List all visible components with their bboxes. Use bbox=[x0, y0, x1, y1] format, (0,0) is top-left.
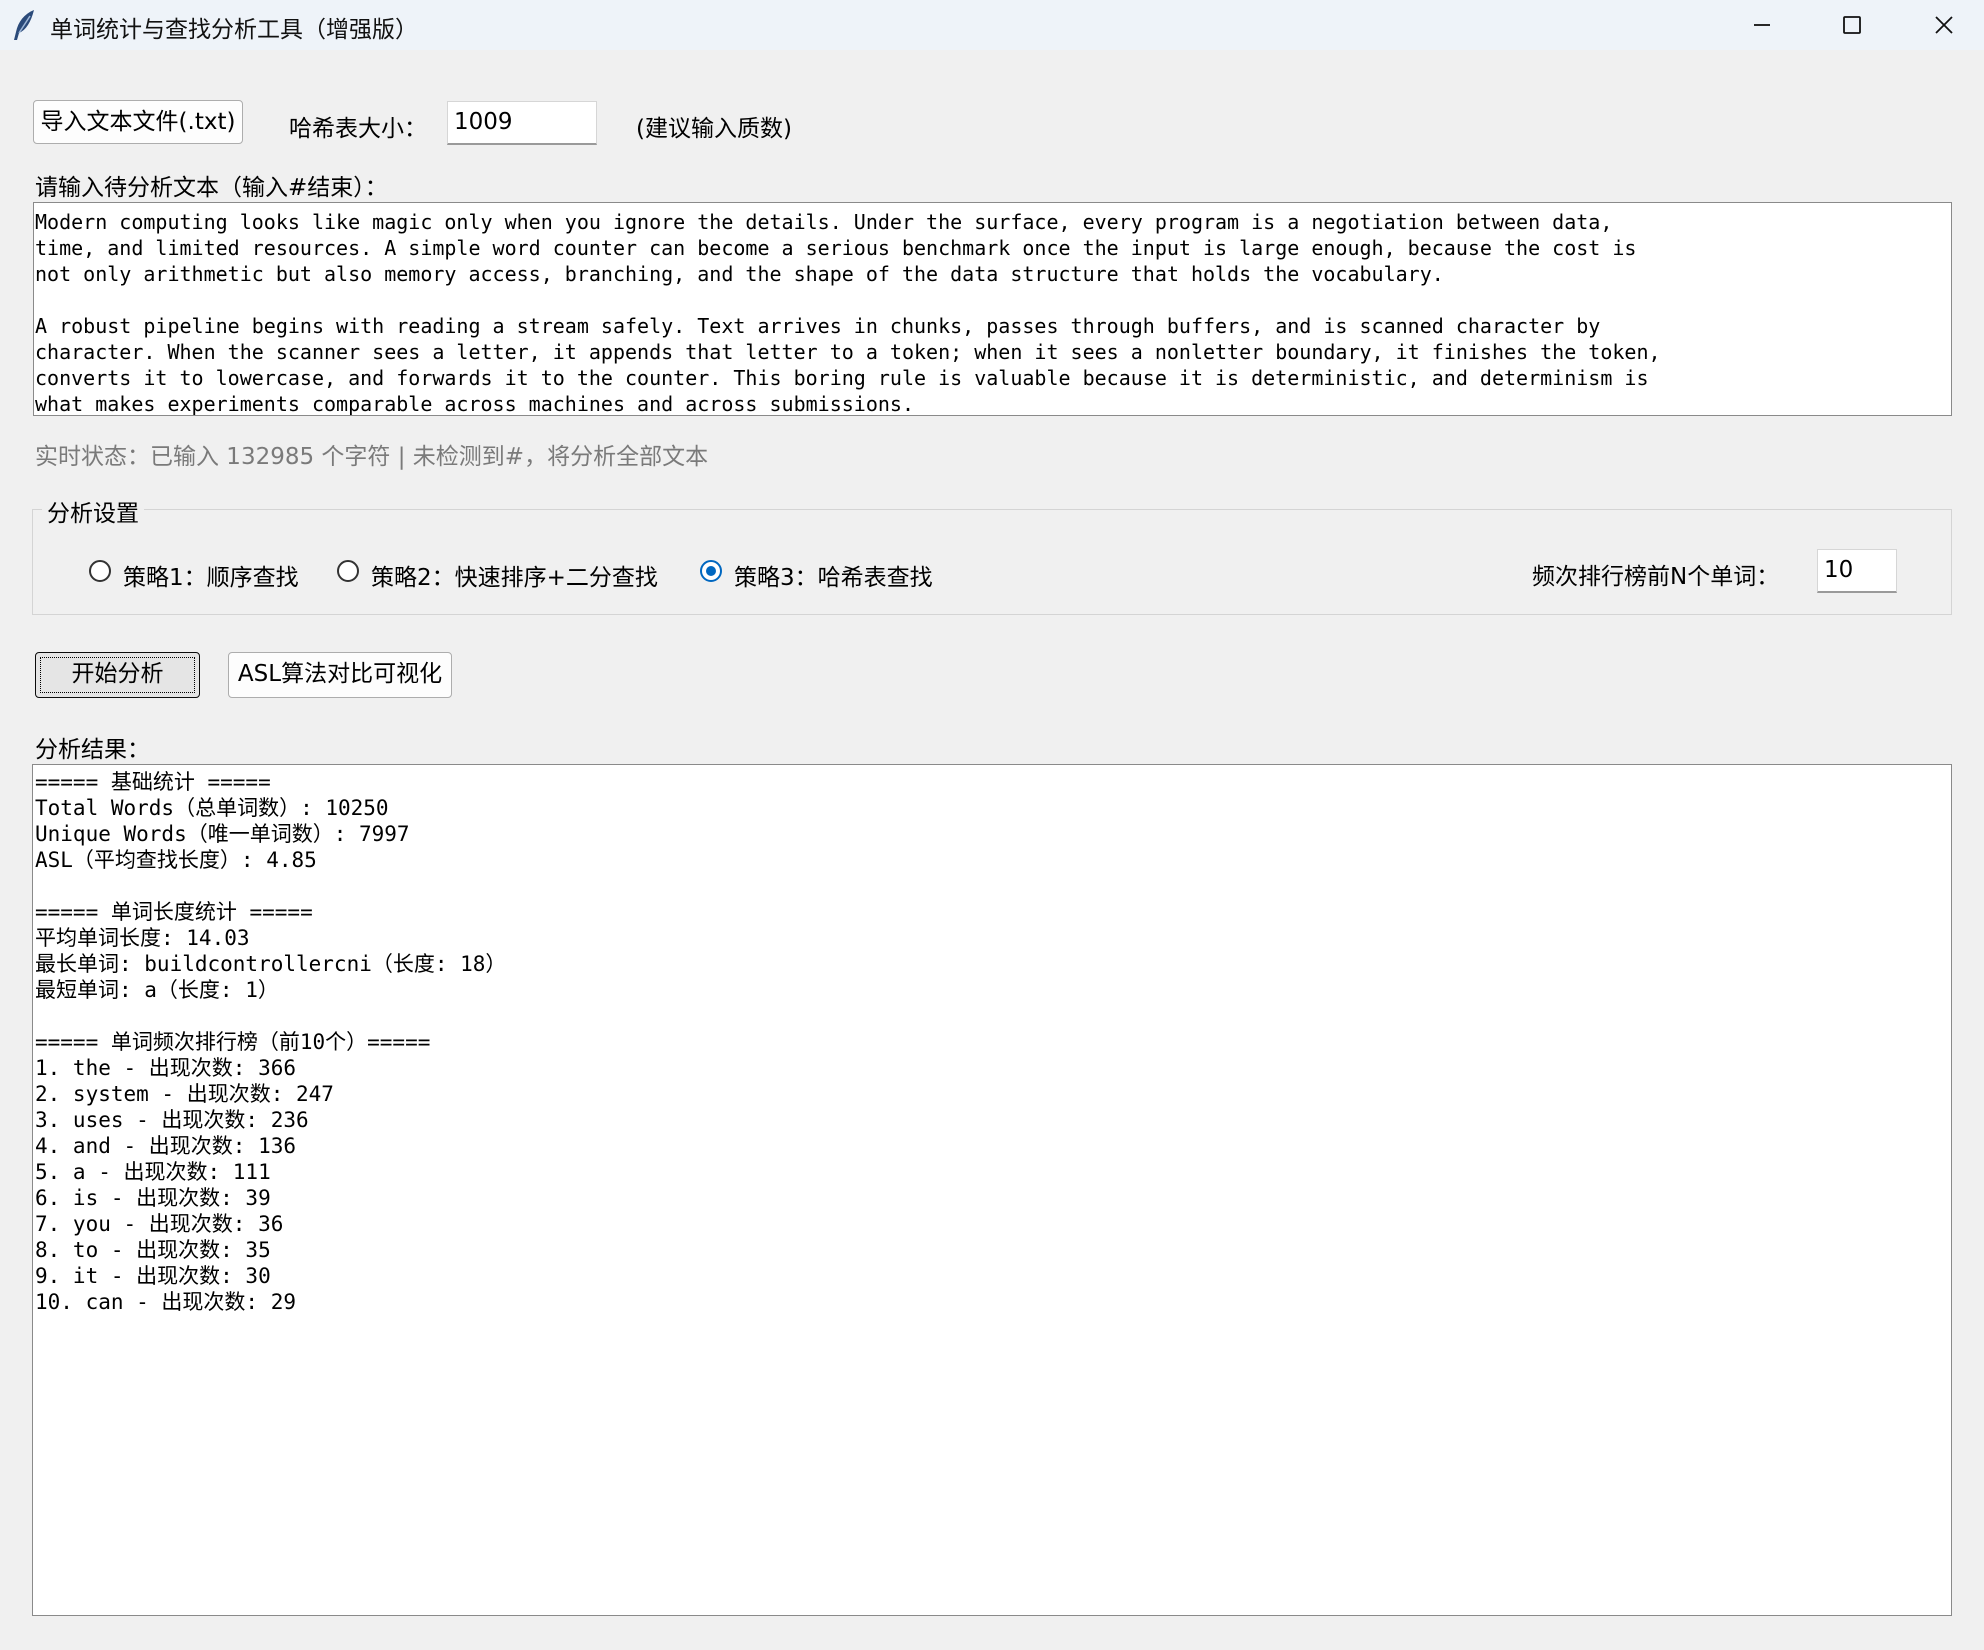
close-icon bbox=[1935, 16, 1953, 34]
strategy-2-label: 策略2：快速排序+二分查找 bbox=[371, 565, 658, 591]
topn-input[interactable]: 10 bbox=[1817, 549, 1897, 593]
radio-off-icon bbox=[337, 560, 359, 582]
import-file-button[interactable]: 导入文本文件(.txt) bbox=[33, 100, 243, 144]
strategy-1-label: 策略1：顺序查找 bbox=[123, 565, 299, 591]
radio-on-icon bbox=[700, 560, 722, 582]
results-label: 分析结果： bbox=[35, 737, 150, 763]
hash-size-input[interactable]: 1009 bbox=[447, 101, 597, 145]
input-text-content: Modern computing looks like magic only w… bbox=[35, 210, 1661, 416]
title-bar: 单词统计与查找分析工具（增强版） bbox=[0, 0, 1984, 50]
hash-size-hint: (建议输入质数) bbox=[636, 116, 792, 142]
minimize-icon bbox=[1754, 24, 1770, 26]
feather-icon bbox=[14, 10, 34, 40]
maximize-icon bbox=[1843, 16, 1861, 34]
results-text-content: ===== 基础统计 ===== Total Words（总单词数）: 1025… bbox=[35, 770, 507, 1314]
analysis-settings-title: 分析设置 bbox=[42, 494, 144, 528]
input-textarea[interactable]: Modern computing looks like magic only w… bbox=[33, 202, 1952, 416]
strategy-3-label: 策略3：哈希表查找 bbox=[734, 565, 933, 591]
asl-visualize-button[interactable]: ASL算法对比可视化 bbox=[228, 652, 452, 698]
window-title: 单词统计与查找分析工具（增强版） bbox=[50, 17, 418, 43]
input-text-label: 请输入待分析文本（输入#结束）： bbox=[35, 175, 388, 201]
hash-size-label: 哈希表大小： bbox=[289, 116, 427, 142]
radio-off-icon bbox=[89, 560, 111, 582]
maximize-button[interactable] bbox=[1806, 0, 1898, 50]
minimize-button[interactable] bbox=[1716, 0, 1808, 50]
results-textarea[interactable]: ===== 基础统计 ===== Total Words（总单词数）: 1025… bbox=[32, 764, 1952, 1616]
status-text: 实时状态：已输入 132985 个字符 | 未检测到#，将分析全部文本 bbox=[35, 444, 709, 470]
topn-label: 频次排行榜前N个单词： bbox=[1532, 564, 1780, 590]
close-button[interactable] bbox=[1898, 0, 1984, 50]
start-analysis-button[interactable]: 开始分析 bbox=[35, 652, 200, 698]
